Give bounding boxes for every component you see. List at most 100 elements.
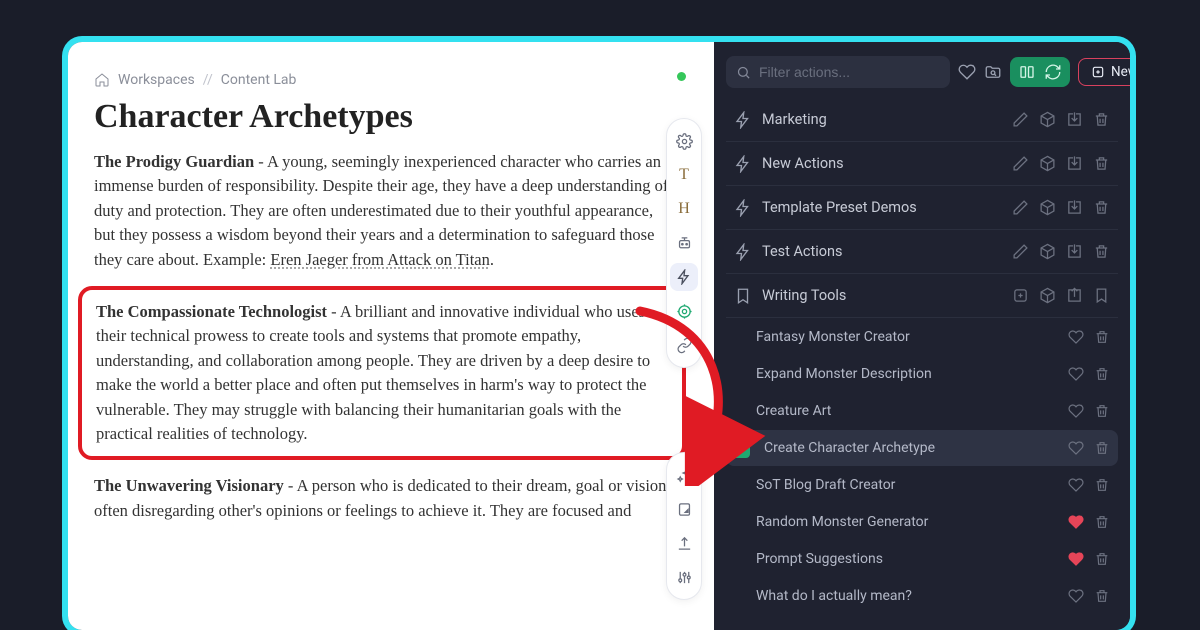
document-body[interactable]: The Prodigy Guardian - A young, seemingl… bbox=[94, 150, 678, 523]
link-icon[interactable] bbox=[670, 331, 698, 359]
highlighted-paragraph: The Compassionate Technologist - A brill… bbox=[78, 286, 686, 460]
actions-panel: New Marketing New Actions Template Preset … bbox=[714, 42, 1130, 630]
cube-icon[interactable] bbox=[1039, 111, 1056, 128]
import-icon[interactable] bbox=[1066, 155, 1083, 172]
breadcrumb[interactable]: Workspaces // Content Lab bbox=[94, 72, 678, 88]
play-icon[interactable] bbox=[730, 438, 750, 458]
tool-item[interactable]: Expand Monster Description bbox=[726, 356, 1118, 392]
heart-icon[interactable] bbox=[1068, 366, 1084, 382]
heart-icon[interactable] bbox=[1068, 514, 1084, 530]
bookmark-icon[interactable] bbox=[1093, 287, 1110, 304]
category-label: Marketing bbox=[762, 111, 1002, 128]
trash-icon[interactable] bbox=[1093, 111, 1110, 128]
trash-icon[interactable] bbox=[1094, 366, 1110, 382]
extra-toolbar bbox=[666, 452, 702, 600]
tool-label: Prompt Suggestions bbox=[756, 551, 1058, 567]
trash-icon[interactable] bbox=[1093, 155, 1110, 172]
tool-item[interactable]: Create Character Archetype bbox=[726, 430, 1118, 466]
columns-icon[interactable] bbox=[1016, 61, 1038, 83]
folder-search-icon[interactable] bbox=[984, 59, 1002, 85]
cube-icon[interactable] bbox=[1039, 199, 1056, 216]
trash-icon[interactable] bbox=[1094, 514, 1110, 530]
import-icon[interactable] bbox=[1066, 243, 1083, 260]
magic-icon[interactable] bbox=[670, 461, 698, 489]
refresh-icon[interactable] bbox=[1042, 61, 1064, 83]
tool-item[interactable]: What do I actually mean? bbox=[726, 578, 1118, 614]
layout-group bbox=[1010, 57, 1070, 87]
tool-label: Creature Art bbox=[756, 403, 1058, 419]
category-row[interactable]: New Actions bbox=[726, 142, 1118, 186]
tool-item[interactable]: Prompt Suggestions bbox=[726, 541, 1118, 577]
category-label: Test Actions bbox=[762, 243, 1002, 260]
export-icon[interactable] bbox=[670, 529, 698, 557]
paragraph-prodigy: The Prodigy Guardian - A young, seemingl… bbox=[94, 150, 678, 272]
tool-label: Expand Monster Description bbox=[756, 366, 1058, 382]
export-icon[interactable] bbox=[1066, 287, 1083, 304]
breadcrumb-sep: // bbox=[203, 72, 213, 88]
edit-icon[interactable] bbox=[1012, 155, 1029, 172]
trash-icon[interactable] bbox=[1093, 199, 1110, 216]
sliders-icon[interactable] bbox=[670, 563, 698, 591]
heart-icon[interactable] bbox=[1068, 440, 1084, 456]
category-row[interactable]: Test Actions bbox=[726, 230, 1118, 274]
tool-item[interactable]: Creature Art bbox=[726, 393, 1118, 429]
breadcrumb-workspaces[interactable]: Workspaces bbox=[118, 72, 195, 88]
trash-icon[interactable] bbox=[1094, 329, 1110, 345]
import-icon[interactable] bbox=[1066, 111, 1083, 128]
status-dot bbox=[677, 72, 686, 81]
heart-icon[interactable] bbox=[1068, 477, 1084, 493]
text-icon[interactable]: T bbox=[670, 161, 698, 189]
trash-icon[interactable] bbox=[1094, 551, 1110, 567]
paragraph-technologist: The Compassionate Technologist - A brill… bbox=[96, 300, 668, 446]
tool-label: Create Character Archetype bbox=[764, 440, 1058, 456]
tool-label: What do I actually mean? bbox=[756, 588, 1058, 604]
cube-icon[interactable] bbox=[1039, 287, 1056, 304]
tool-label: Random Monster Generator bbox=[756, 514, 1058, 530]
search-input[interactable] bbox=[759, 64, 940, 80]
heart-icon[interactable] bbox=[1068, 329, 1084, 345]
edit-icon[interactable] bbox=[1012, 243, 1029, 260]
category-label: Template Preset Demos bbox=[762, 199, 1002, 216]
heading-icon[interactable]: H bbox=[670, 195, 698, 223]
category-row[interactable]: Marketing bbox=[726, 98, 1118, 142]
heart-icon[interactable] bbox=[1068, 551, 1084, 567]
tool-item[interactable]: Random Monster Generator bbox=[726, 504, 1118, 540]
heart-icon[interactable] bbox=[1068, 588, 1084, 604]
search-icon bbox=[736, 65, 751, 80]
lightning-icon[interactable] bbox=[670, 263, 698, 291]
edit-icon[interactable] bbox=[1012, 199, 1029, 216]
cube-icon[interactable] bbox=[1039, 155, 1056, 172]
category-row[interactable]: Writing Tools bbox=[726, 274, 1118, 318]
document-pane: Workspaces // Content Lab Character Arch… bbox=[68, 42, 714, 630]
robot-icon[interactable] bbox=[670, 229, 698, 257]
heart-icon[interactable] bbox=[1068, 403, 1084, 419]
cube-icon[interactable] bbox=[1039, 243, 1056, 260]
search-field[interactable] bbox=[726, 56, 950, 88]
trash-icon[interactable] bbox=[1094, 588, 1110, 604]
favorites-icon[interactable] bbox=[958, 59, 976, 85]
plus-icon bbox=[1091, 65, 1105, 79]
trash-icon[interactable] bbox=[1094, 477, 1110, 493]
trash-icon[interactable] bbox=[1094, 440, 1110, 456]
target-icon[interactable] bbox=[670, 297, 698, 325]
category-label: New Actions bbox=[762, 155, 1002, 172]
paragraph-visionary: The Unwavering Visionary - A person who … bbox=[94, 474, 678, 523]
trash-icon[interactable] bbox=[1094, 403, 1110, 419]
add-icon[interactable] bbox=[1012, 287, 1029, 304]
breadcrumb-content-lab[interactable]: Content Lab bbox=[221, 72, 297, 88]
trash-icon[interactable] bbox=[1093, 243, 1110, 260]
new-button[interactable]: New bbox=[1078, 58, 1130, 86]
tool-label: SoT Blog Draft Creator bbox=[756, 477, 1058, 493]
home-icon bbox=[94, 72, 110, 88]
tool-item[interactable]: Fantasy Monster Creator bbox=[726, 319, 1118, 355]
tool-item[interactable]: SoT Blog Draft Creator bbox=[726, 467, 1118, 503]
category-label: Writing Tools bbox=[762, 287, 1002, 304]
page-title: Character Archetypes bbox=[94, 98, 678, 136]
gear-icon[interactable] bbox=[670, 127, 698, 155]
note-icon[interactable] bbox=[670, 495, 698, 523]
tool-label: Fantasy Monster Creator bbox=[756, 329, 1058, 345]
import-icon[interactable] bbox=[1066, 199, 1083, 216]
format-toolbar: T H bbox=[666, 118, 702, 368]
edit-icon[interactable] bbox=[1012, 111, 1029, 128]
category-row[interactable]: Template Preset Demos bbox=[726, 186, 1118, 230]
